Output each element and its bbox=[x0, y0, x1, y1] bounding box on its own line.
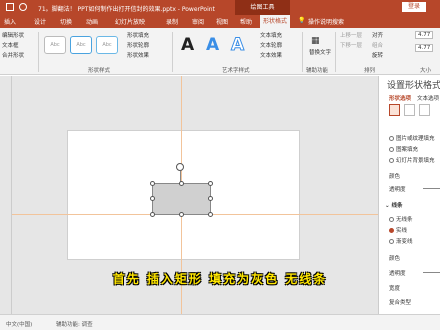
alt-text-button[interactable]: 替换文字 bbox=[309, 48, 331, 56]
shape-style-3[interactable]: Abc bbox=[96, 36, 118, 54]
status-bar: 中文(中国) 辅助功能: 调查 bbox=[0, 314, 440, 330]
gray-rectangle-shape[interactable] bbox=[152, 183, 211, 215]
fill-transparency-slider[interactable] bbox=[423, 188, 440, 189]
resize-handle[interactable] bbox=[208, 181, 213, 186]
width-field[interactable]: 4.77 bbox=[415, 44, 434, 52]
tab-design[interactable]: 设计 bbox=[34, 17, 46, 26]
drawing-tools-context-label: 绘图工具 bbox=[235, 0, 290, 15]
shape-style-1[interactable]: Abc bbox=[44, 36, 66, 54]
tab-view[interactable]: 视图 bbox=[216, 17, 228, 26]
tab-insert[interactable]: 插入 bbox=[4, 17, 16, 26]
shape-styles-group-label: 形状样式 bbox=[88, 68, 111, 74]
merge-shapes-button[interactable]: 合并形状 bbox=[2, 51, 24, 59]
wordart-style-blue[interactable]: A bbox=[206, 35, 219, 55]
bring-forward-button[interactable]: 上移一层 bbox=[340, 31, 362, 39]
tab-record[interactable]: 录制 bbox=[166, 17, 178, 26]
tab-text-options[interactable]: 文本选项 bbox=[417, 94, 439, 102]
rotate-button[interactable]: 旋转 bbox=[372, 51, 383, 59]
wordart-group-label: 艺术字样式 bbox=[222, 68, 250, 74]
title-bar: 71。脚翻法！ PPT如何制作出打开信封的效果.pptx - PowerPoin… bbox=[0, 0, 440, 15]
line-option-none[interactable]: 无线条 bbox=[389, 215, 413, 223]
video-subtitle: 首先 插入矩形 填充为灰色 无线条 bbox=[112, 272, 328, 286]
align-button[interactable]: 对齐 bbox=[372, 31, 383, 39]
resize-handle[interactable] bbox=[150, 196, 155, 201]
fill-option-pattern[interactable]: 图案填充 bbox=[389, 145, 418, 153]
save-icon[interactable] bbox=[6, 3, 14, 11]
shape-fill-button[interactable]: 形状填充 bbox=[127, 31, 149, 39]
fill-color-label: 颜色 bbox=[389, 174, 401, 180]
tab-review[interactable]: 审阅 bbox=[192, 17, 204, 26]
accessibility-group-label: 辅助功能 bbox=[306, 68, 329, 74]
effects-icon[interactable] bbox=[404, 104, 415, 116]
tab-animations[interactable]: 动画 bbox=[86, 17, 98, 26]
pane-icon-row bbox=[387, 104, 437, 118]
text-fill-button[interactable]: 文本填充 bbox=[260, 31, 282, 39]
resize-handle[interactable] bbox=[179, 212, 184, 217]
fill-transparency-label: 透明度 bbox=[389, 187, 406, 193]
resize-handle[interactable] bbox=[179, 181, 184, 186]
tab-shape-format[interactable]: 形状格式 bbox=[260, 15, 291, 28]
undo-icon[interactable] bbox=[19, 3, 27, 11]
text-outline-button[interactable]: 文本轮廓 bbox=[260, 41, 282, 49]
tab-shape-options[interactable]: 形状选项 bbox=[389, 94, 411, 102]
fill-option-picture[interactable]: 图片或纹理填充 bbox=[389, 134, 435, 142]
fill-line-icon[interactable] bbox=[389, 104, 400, 116]
compound-type-label: 复合类型 bbox=[389, 300, 412, 306]
pane-title: 设置形状格式 bbox=[387, 81, 440, 91]
lightbulb-icon: 💡 bbox=[298, 17, 306, 24]
send-backward-button[interactable]: 下移一层 bbox=[340, 41, 362, 49]
ribbon: 编辑形状 文本框 合并形状 Abc Abc Abc 形状填充 形状轮廓 形状效果… bbox=[0, 28, 440, 75]
shape-outline-button[interactable]: 形状轮廓 bbox=[127, 41, 149, 49]
ribbon-tabs: 插入 设计 切换 动画 幻灯片放映 录制 审阅 视图 帮助 形状格式 💡 操作说… bbox=[0, 15, 440, 28]
wordart-style-black[interactable]: A bbox=[181, 35, 194, 55]
alt-text-icon: ▦ bbox=[311, 36, 320, 46]
resize-handle[interactable] bbox=[150, 181, 155, 186]
resize-handle[interactable] bbox=[150, 212, 155, 217]
height-field[interactable]: 4.77 bbox=[415, 31, 434, 39]
document-title: 71。脚翻法！ PPT如何制作出打开信封的效果.pptx - PowerPoin… bbox=[38, 6, 215, 13]
tab-help[interactable]: 帮助 bbox=[240, 17, 252, 26]
line-section-header[interactable]: ⌄ 线条 bbox=[385, 201, 403, 209]
text-effects-button[interactable]: 文本效果 bbox=[260, 51, 282, 59]
login-button[interactable]: 登录 bbox=[402, 2, 426, 12]
line-color-label: 颜色 bbox=[389, 256, 401, 262]
line-option-gradient[interactable]: 渐变线 bbox=[389, 237, 413, 245]
edit-shape-button[interactable]: 编辑形状 bbox=[2, 31, 24, 39]
tab-slideshow[interactable]: 幻灯片放映 bbox=[115, 17, 145, 26]
language-status[interactable]: 中文(中国) bbox=[6, 320, 32, 328]
line-option-solid[interactable]: 实线 bbox=[389, 226, 407, 234]
arrange-group-label: 排列 bbox=[364, 68, 376, 74]
tell-me-search[interactable]: 操作说明搜索 bbox=[308, 17, 344, 26]
wordart-style-outline[interactable]: A bbox=[230, 35, 244, 56]
shape-effects-button[interactable]: 形状效果 bbox=[127, 51, 149, 59]
size-properties-icon[interactable] bbox=[419, 104, 430, 116]
text-box-button[interactable]: 文本框 bbox=[2, 41, 19, 49]
size-group-label: 大小 bbox=[420, 68, 432, 74]
resize-handle[interactable] bbox=[208, 196, 213, 201]
tab-transitions[interactable]: 切换 bbox=[60, 17, 72, 26]
shape-style-2[interactable]: Abc bbox=[70, 36, 92, 54]
fill-option-background[interactable]: 幻灯片背景填充 bbox=[389, 156, 435, 164]
group-button[interactable]: 组合 bbox=[372, 41, 383, 49]
accessibility-status[interactable]: 辅助功能: 调查 bbox=[56, 320, 93, 328]
rotate-handle-icon[interactable] bbox=[176, 163, 184, 171]
resize-handle[interactable] bbox=[208, 212, 213, 217]
